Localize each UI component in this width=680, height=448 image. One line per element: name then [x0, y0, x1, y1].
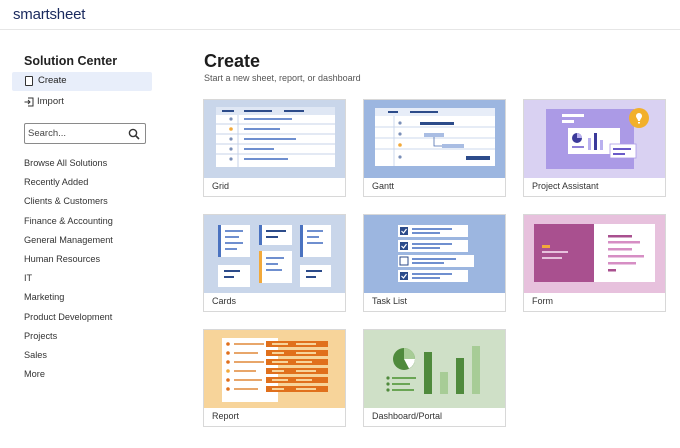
category-item-human-resources[interactable]: Human Resources	[24, 251, 113, 270]
form-illustration	[534, 224, 655, 282]
sidebar-item-import[interactable]: Import	[12, 93, 152, 112]
grid-illustration	[216, 107, 335, 167]
category-item-general-management[interactable]: General Management	[24, 232, 113, 251]
search-icon[interactable]	[128, 128, 140, 140]
top-bar: smartsheet	[0, 0, 680, 30]
import-icon	[24, 97, 34, 107]
card-label: Cards	[212, 296, 237, 306]
form-thumbnail	[524, 215, 665, 293]
report-thumbnail	[204, 330, 345, 408]
brand-logo[interactable]: smartsheet	[13, 6, 85, 23]
sidebar-item-create[interactable]: Create	[12, 72, 152, 91]
document-icon	[25, 76, 33, 86]
sidebar-title: Solution Center	[24, 54, 118, 68]
dashboard-portal-illustration	[386, 346, 480, 394]
task-list-thumbnail	[364, 215, 505, 293]
category-item-sales[interactable]: Sales	[24, 347, 113, 366]
template-card-dashboard-portal[interactable]: Dashboard/Portal	[363, 329, 506, 427]
dashboard-portal-thumbnail	[364, 330, 505, 408]
template-card-form[interactable]: Form	[523, 214, 666, 312]
category-item-product-development[interactable]: Product Development	[24, 309, 113, 328]
grid-thumbnail	[204, 100, 345, 178]
template-card-report[interactable]: Report	[203, 329, 346, 427]
search-box	[24, 123, 146, 144]
card-label: Grid	[212, 181, 230, 191]
category-item-finance[interactable]: Finance & Accounting	[24, 213, 113, 232]
report-illustration	[222, 338, 328, 402]
card-label: Dashboard/Portal	[372, 411, 443, 421]
search-input[interactable]	[28, 126, 126, 141]
page-title: Create	[204, 51, 261, 71]
category-item-projects[interactable]: Projects	[24, 328, 113, 347]
template-card-project-assistant[interactable]: Project Assistant	[523, 99, 666, 197]
template-card-cards[interactable]: Cards	[203, 214, 346, 312]
card-label: Form	[532, 296, 553, 306]
category-list: Browse All Solutions Recently Added Clie…	[24, 155, 113, 385]
gantt-illustration	[375, 108, 495, 166]
category-item-browse-all[interactable]: Browse All Solutions	[24, 155, 113, 174]
project-assistant-illustration	[546, 108, 649, 169]
sidebar-item-label: Import	[37, 96, 64, 107]
page-subtitle: Start a new sheet, report, or dashboard	[204, 73, 361, 83]
cards-illustration	[218, 225, 331, 287]
category-item-more[interactable]: More	[24, 366, 113, 385]
category-item-it[interactable]: IT	[24, 270, 113, 289]
template-card-gantt[interactable]: Gantt	[363, 99, 506, 197]
project-assistant-thumbnail	[524, 100, 665, 178]
gantt-thumbnail	[364, 100, 505, 178]
sidebar-item-label: Create	[38, 75, 67, 86]
card-label: Gantt	[372, 181, 395, 191]
cards-thumbnail	[204, 215, 345, 293]
category-item-recently-added[interactable]: Recently Added	[24, 174, 113, 193]
template-card-task-list[interactable]: Task List	[363, 214, 506, 312]
category-item-marketing[interactable]: Marketing	[24, 289, 113, 308]
template-card-grid[interactable]: Grid	[203, 99, 346, 197]
card-label: Project Assistant	[532, 181, 599, 191]
category-item-clients[interactable]: Clients & Customers	[24, 193, 113, 212]
task-list-illustration	[398, 225, 474, 282]
sidebar: Solution Center Create Import Browse All…	[0, 31, 170, 448]
card-label: Task List	[372, 296, 408, 306]
card-label: Report	[212, 411, 240, 421]
